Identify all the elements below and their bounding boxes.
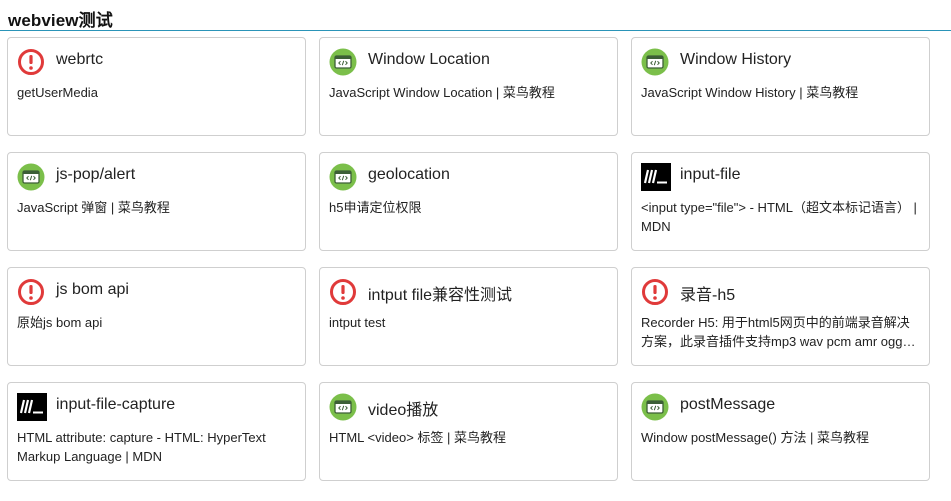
card-postmessage[interactable]: postMessage Window postMessage() 方法 | 菜鸟教… <box>631 382 930 481</box>
card-description: HTML <video> 标签 | 菜鸟教程 <box>329 430 506 445</box>
card-webrtc[interactable]: webrtc getUserMedia <box>7 37 306 136</box>
page-title: webview测试 <box>8 11 113 30</box>
card-title: webrtc <box>56 51 104 68</box>
card-input-file[interactable]: input-file <input type="file"> - HTML（超文本… <box>631 152 930 251</box>
alert-icon <box>641 278 669 306</box>
card-recorder-h5[interactable]: 录音-h5 Recorder H5: 用于html5网页中的前端录音解决方案，此录… <box>631 267 930 366</box>
card-title: input-file <box>680 166 741 183</box>
card-description: 原始js bom api <box>17 315 103 330</box>
card-window-history[interactable]: Window History JavaScript Window History … <box>631 37 930 136</box>
card-description: JavaScript Window Location | 菜鸟教程 <box>329 85 555 100</box>
code-window-icon <box>329 393 357 421</box>
alert-icon <box>17 278 45 306</box>
card-description: HTML attribute: capture - HTML: HyperTex… <box>17 430 266 464</box>
code-window-icon <box>329 163 357 191</box>
card-input-file-capture[interactable]: input-file-capture HTML attribute: captur… <box>7 382 306 481</box>
card-video[interactable]: video播放 HTML <video> 标签 | 菜鸟教程 <box>319 382 618 481</box>
card-title: js-pop/alert <box>56 166 136 183</box>
card-description: intput test <box>329 315 386 330</box>
card-description: <input type="file"> - HTML（超文本标记语言） | MD… <box>641 200 917 234</box>
alert-icon <box>17 48 45 76</box>
mdn-logo-icon <box>17 393 47 421</box>
card-intput-file[interactable]: intput file兼容性测试 intput test <box>319 267 618 366</box>
code-window-icon <box>641 48 669 76</box>
card-title: intput file兼容性测试 <box>368 287 513 304</box>
code-window-icon <box>17 163 45 191</box>
card-description: Window postMessage() 方法 | 菜鸟教程 <box>641 430 870 445</box>
card-title: 录音-h5 <box>680 287 736 304</box>
card-js-bom-api[interactable]: js bom api 原始js bom api <box>7 267 306 366</box>
card-title: geolocation <box>368 166 450 183</box>
card-grid: webrtc getUserMedia Window Location JavaScr… <box>7 37 951 481</box>
card-js-pop-alert[interactable]: js-pop/alert JavaScript 弹窗 | 菜鸟教程 <box>7 152 306 251</box>
card-title: Window Location <box>368 51 490 68</box>
code-window-icon <box>329 48 357 76</box>
card-title: postMessage <box>680 396 776 413</box>
card-title: input-file-capture <box>56 396 176 413</box>
card-description: h5申请定位权限 <box>329 200 422 215</box>
mdn-logo-icon <box>641 163 671 191</box>
card-description: JavaScript 弹窗 | 菜鸟教程 <box>17 200 170 215</box>
code-window-icon <box>641 393 669 421</box>
card-title: video播放 <box>368 402 439 419</box>
card-title: js bom api <box>56 281 129 298</box>
card-description: JavaScript Window History | 菜鸟教程 <box>641 85 859 100</box>
card-geolocation[interactable]: geolocation h5申请定位权限 <box>319 152 618 251</box>
card-window-location[interactable]: Window Location JavaScript Window Locatio… <box>319 37 618 136</box>
card-title: Window History <box>680 51 792 68</box>
card-description: getUserMedia <box>17 85 98 100</box>
page-header: webview测试 <box>0 0 951 31</box>
alert-icon <box>329 278 357 306</box>
card-description: Recorder H5: 用于html5网页中的前端录音解决方案，此录音插件支持… <box>641 315 910 349</box>
